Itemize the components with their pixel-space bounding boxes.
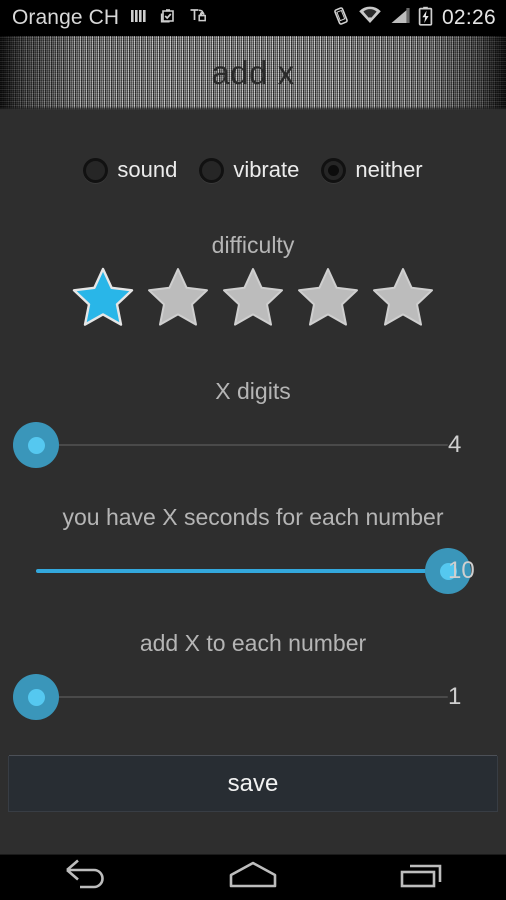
slider-track[interactable] bbox=[36, 444, 448, 446]
slider-track-fill bbox=[36, 569, 448, 573]
text-lock-icon bbox=[189, 6, 208, 30]
radio-option-neither[interactable]: neither bbox=[310, 157, 433, 183]
star-icon-3-empty[interactable] bbox=[221, 266, 285, 333]
add-slider[interactable]: 1 bbox=[0, 674, 506, 720]
battery-charging-icon bbox=[418, 6, 433, 31]
star-icon-2-empty[interactable] bbox=[146, 266, 210, 333]
radio-label-neither: neither bbox=[355, 157, 423, 182]
nav-recents-button[interactable] bbox=[367, 855, 477, 900]
clipboard-check-icon bbox=[159, 6, 178, 30]
radio-label-sound: sound bbox=[117, 157, 178, 182]
difficulty-rating-bar[interactable] bbox=[0, 266, 506, 333]
nav-home-button[interactable] bbox=[198, 855, 308, 900]
radio-circle-icon[interactable] bbox=[83, 157, 109, 183]
home-icon bbox=[225, 858, 281, 897]
add-value: 1 bbox=[448, 683, 462, 710]
x-digits-value: 4 bbox=[448, 431, 462, 458]
status-bar-left: Orange CH bbox=[12, 6, 331, 30]
x-digits-slider[interactable]: 4 bbox=[0, 422, 506, 468]
difficulty-label: difficulty bbox=[211, 232, 295, 258]
carrier-label: Orange CH bbox=[12, 6, 120, 29]
nav-back-button[interactable] bbox=[29, 855, 139, 900]
wifi-icon bbox=[358, 6, 382, 30]
seconds-track-area[interactable] bbox=[36, 548, 471, 594]
slider-thumb[interactable] bbox=[13, 674, 59, 720]
star-icon-1-filled[interactable] bbox=[71, 266, 135, 333]
star-icon-4-empty[interactable] bbox=[296, 266, 360, 333]
app-title-bar: add x bbox=[0, 36, 506, 110]
save-button[interactable]: save bbox=[8, 756, 498, 812]
page-title: add x bbox=[211, 54, 295, 91]
status-bar-right: 02:26 bbox=[331, 6, 496, 31]
star-icon-5-empty[interactable] bbox=[371, 266, 435, 333]
x-digits-track-area[interactable] bbox=[13, 422, 448, 468]
recents-icon bbox=[396, 858, 448, 897]
x-digits-label: X digits bbox=[215, 378, 291, 404]
system-navigation-bar bbox=[0, 854, 506, 900]
radio-circle-icon[interactable] bbox=[199, 157, 225, 183]
add-label: add X to each number bbox=[139, 630, 367, 656]
radio-option-sound[interactable]: sound bbox=[72, 157, 188, 183]
seconds-slider[interactable]: 10 bbox=[0, 548, 506, 594]
save-area: save bbox=[0, 755, 506, 812]
radio-circle-selected-icon[interactable] bbox=[321, 157, 347, 183]
back-icon bbox=[58, 858, 110, 897]
feedback-radio-group: sound vibrate neither bbox=[0, 157, 506, 183]
settings-content: sound vibrate neither difficulty X digit… bbox=[0, 110, 506, 855]
slider-track[interactable] bbox=[36, 696, 448, 698]
vibrate-icon bbox=[331, 6, 351, 31]
signal-bars-icon bbox=[130, 7, 148, 30]
clock-label: 02:26 bbox=[441, 6, 496, 29]
seconds-label: you have X seconds for each number bbox=[62, 504, 444, 530]
add-track-area[interactable] bbox=[13, 674, 448, 720]
app-screen: Orange CH 02:26 add x sound vibrate neit… bbox=[0, 0, 506, 900]
slider-thumb[interactable] bbox=[13, 422, 59, 468]
radio-label-vibrate: vibrate bbox=[233, 157, 300, 182]
cellular-signal-icon bbox=[389, 6, 411, 30]
radio-option-vibrate[interactable]: vibrate bbox=[188, 157, 310, 183]
status-bar: Orange CH 02:26 bbox=[0, 0, 506, 36]
seconds-value: 10 bbox=[448, 557, 475, 584]
